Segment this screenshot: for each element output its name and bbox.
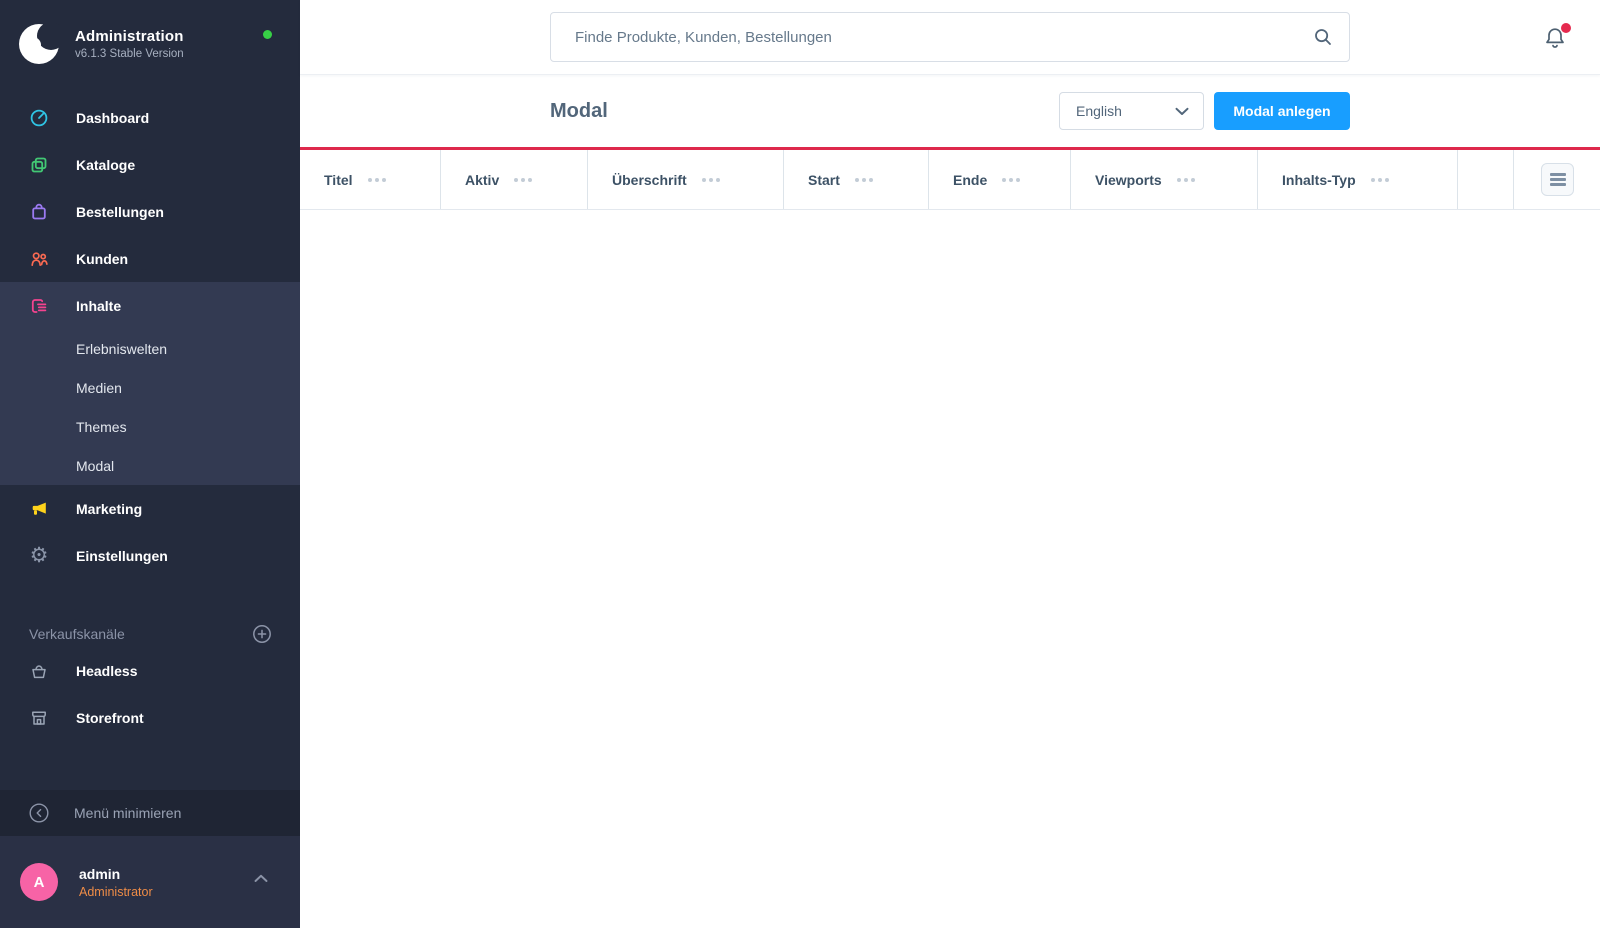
column-header-label: Überschrift [612, 172, 687, 188]
sales-channels-header: Verkaufskanäle [0, 621, 300, 647]
basket-icon [29, 660, 49, 682]
sidebar-item-dashboard[interactable]: Dashboard [0, 94, 300, 141]
app-title: Administration [75, 28, 184, 45]
orders-icon [29, 201, 49, 223]
sidebar-item-label: Kunden [76, 251, 128, 267]
global-search[interactable] [550, 12, 1350, 62]
catalogues-icon [29, 154, 49, 176]
search-input[interactable] [575, 29, 1313, 46]
sidebar-item-inhalte[interactable]: Inhalte [0, 282, 300, 329]
column-context-menu-icon[interactable] [702, 178, 706, 182]
column-header-label: Ende [953, 172, 987, 188]
user-meta: admin Administrator [79, 866, 153, 899]
sidebar-item-storefront[interactable]: Storefront [0, 694, 300, 741]
sidebar-item-einstellungen[interactable]: ⚙ Einstellungen [0, 532, 300, 579]
sidebar-item-kunden[interactable]: Kunden [0, 235, 300, 282]
main-menu: Dashboard Kataloge Bes [0, 82, 300, 790]
page-title: Modal [550, 100, 1059, 123]
column-header-empty [1457, 150, 1513, 209]
shopware-admin: Administration v6.1.3 Stable Version Das… [0, 0, 1600, 928]
sidebar-item-bestellungen[interactable]: Bestellungen [0, 188, 300, 235]
column-context-menu-icon[interactable] [368, 178, 372, 182]
column-context-menu-icon[interactable] [1177, 178, 1181, 182]
brand-text: Administration v6.1.3 Stable Version [75, 28, 184, 60]
sidebar-subitem-label: Medien [76, 380, 122, 396]
column-header-inhalts-typ[interactable]: Inhalts-Typ [1257, 150, 1457, 209]
sidebar-item-label: Dashboard [76, 110, 149, 126]
sidebar-item-label: Inhalte [76, 298, 121, 314]
grid-empty-body [300, 210, 1600, 928]
column-header-label: Inhalts-Typ [1282, 172, 1356, 188]
minimize-menu-button[interactable]: Menü minimieren [0, 790, 300, 836]
sidebar-subitem-erlebniswelten[interactable]: Erlebniswelten [0, 329, 300, 368]
column-context-menu-icon[interactable] [1002, 178, 1006, 182]
minimize-menu-label: Menü minimieren [74, 805, 181, 821]
column-header-aktiv[interactable]: Aktiv [440, 150, 587, 209]
sidebar-item-headless[interactable]: Headless [0, 647, 300, 694]
column-context-menu-icon[interactable] [1371, 178, 1375, 182]
sidebar-subitem-modal[interactable]: Modal [0, 446, 300, 485]
sidebar-item-label: Storefront [76, 710, 144, 726]
content-icon [29, 295, 49, 317]
main-area: Modal English Modal anlegen Titel Akt [300, 0, 1600, 928]
shopware-logo-icon [18, 23, 60, 65]
grid-settings-button[interactable] [1541, 163, 1574, 196]
column-header-label: Viewports [1095, 172, 1162, 188]
sidebar-item-label: Bestellungen [76, 204, 164, 220]
add-sales-channel-button[interactable] [252, 624, 272, 644]
hamburger-icon [1550, 178, 1566, 181]
sidebar-item-label: Marketing [76, 501, 142, 517]
sidebar-subitem-label: Themes [76, 419, 127, 435]
content-menu-group: Inhalte Erlebniswelten Medien Themes Mod… [0, 282, 300, 485]
table-header-row: Titel Aktiv Überschrift Start Ende Viewp… [300, 150, 1600, 210]
customers-icon [29, 248, 49, 270]
notification-badge-dot [1561, 23, 1571, 33]
column-context-menu-icon[interactable] [514, 178, 518, 182]
user-role: Administrator [79, 885, 153, 899]
sidebar-subitem-medien[interactable]: Medien [0, 368, 300, 407]
collapse-chevron-icon [28, 802, 50, 824]
storefront-icon [29, 707, 49, 729]
sales-channels-label: Verkaufskanäle [29, 626, 252, 642]
user-avatar: A [20, 863, 58, 901]
column-context-menu-icon[interactable] [855, 178, 859, 182]
notifications-bell-icon[interactable] [1542, 25, 1570, 53]
status-online-dot [263, 30, 272, 39]
sidebar-item-marketing[interactable]: Marketing [0, 485, 300, 532]
column-header-viewports[interactable]: Viewports [1070, 150, 1257, 209]
column-header-titel[interactable]: Titel [300, 150, 440, 209]
sidebar: Administration v6.1.3 Stable Version Das… [0, 0, 300, 928]
sidebar-item-label: Headless [76, 663, 137, 679]
column-header-actions [1513, 150, 1600, 209]
language-select[interactable]: English [1059, 92, 1204, 130]
sidebar-subitem-label: Modal [76, 458, 114, 474]
search-icon[interactable] [1313, 27, 1333, 47]
settings-gear-icon: ⚙ [29, 545, 49, 567]
smart-bar: Modal English Modal anlegen [300, 75, 1600, 150]
chevron-up-icon[interactable] [254, 874, 268, 883]
dashboard-icon [29, 107, 49, 129]
column-header-start[interactable]: Start [783, 150, 928, 209]
create-modal-button[interactable]: Modal anlegen [1214, 92, 1350, 130]
topbar [300, 0, 1600, 75]
sidebar-item-kataloge[interactable]: Kataloge [0, 141, 300, 188]
column-header-label: Aktiv [465, 172, 499, 188]
sidebar-subitem-label: Erlebniswelten [76, 341, 167, 357]
user-name: admin [79, 866, 153, 882]
chevron-down-icon [1175, 107, 1189, 116]
sidebar-item-label: Kataloge [76, 157, 135, 173]
user-menu[interactable]: A admin Administrator [0, 836, 300, 928]
column-header-label: Start [808, 172, 840, 188]
language-select-value: English [1076, 103, 1175, 119]
column-header-ende[interactable]: Ende [928, 150, 1070, 209]
brand-header: Administration v6.1.3 Stable Version [0, 0, 300, 82]
sidebar-item-label: Einstellungen [76, 548, 168, 564]
column-header-label: Titel [324, 172, 353, 188]
marketing-icon [29, 498, 49, 520]
app-version: v6.1.3 Stable Version [75, 48, 184, 60]
sidebar-subitem-themes[interactable]: Themes [0, 407, 300, 446]
column-header-ueberschrift[interactable]: Überschrift [587, 150, 783, 209]
